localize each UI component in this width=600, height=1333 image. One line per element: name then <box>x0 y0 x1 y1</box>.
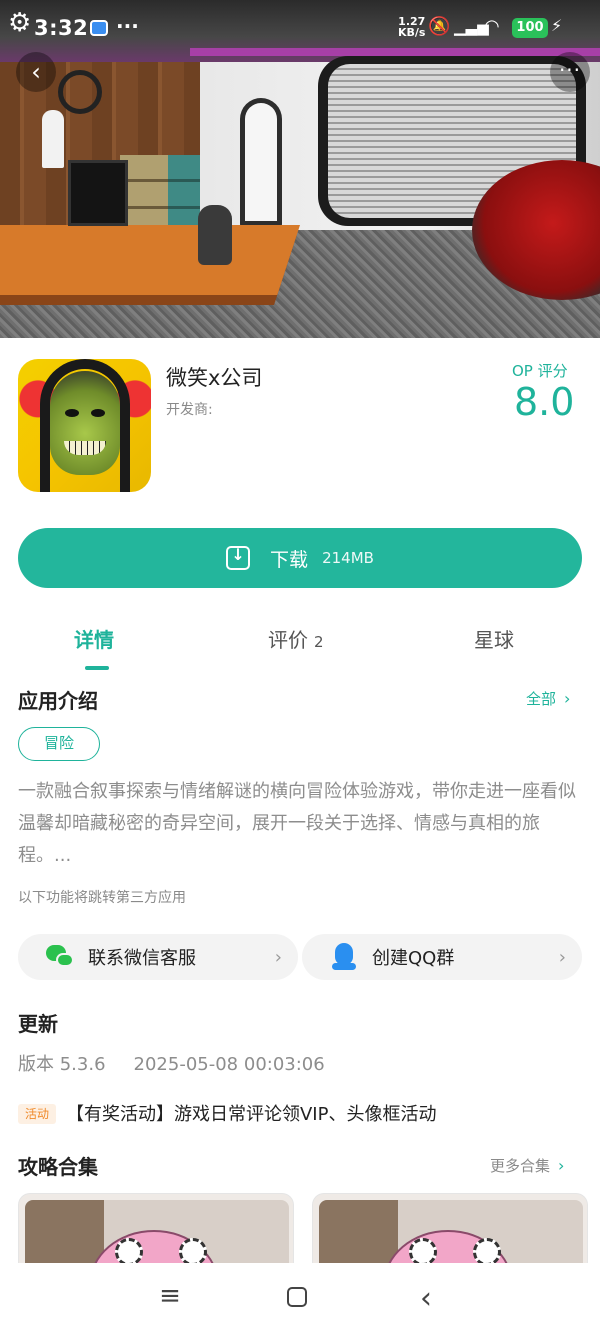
tab-label: 详情 <box>74 628 114 652</box>
update-date: 2025-05-08 00:03:06 <box>133 1054 325 1075</box>
tab-label: 评价 <box>268 628 308 652</box>
app-description[interactable]: 一款融合叙事探索与情绪解谜的横向冒险体验游戏，带你走进一座看似温馨却暗藏秘密的奇… <box>18 776 586 872</box>
tab-indicator <box>85 666 109 670</box>
spiral-eye <box>115 1238 143 1266</box>
third-party-note: 以下功能将跳转第三方应用 <box>18 890 186 906</box>
status-bar: ⚙ 3:32 ··· 1.27 KB/s 🔕 ▁▃▅ ◠ 100 ⚡ <box>0 10 600 48</box>
wifi-icon: ◠ <box>484 16 500 37</box>
tab-reviews[interactable]: 评价 2 <box>268 624 324 653</box>
version-number: 版本 5.3.6 <box>18 1054 106 1075</box>
wechat-support-button[interactable]: 联系微信客服 › <box>18 934 298 980</box>
more-button[interactable]: ··· <box>550 52 590 92</box>
game-screenshot-banner[interactable]: ⚙ 3:32 ··· 1.27 KB/s 🔕 ▁▃▅ ◠ 100 ⚡ ‹ ··· <box>0 0 600 338</box>
charging-icon: ⚡ <box>551 16 563 35</box>
status-time: 3:32 <box>34 16 89 40</box>
network-speed-unit: KB/s <box>398 26 426 39</box>
intro-title: 应用介绍 <box>18 689 98 713</box>
creature-figure <box>198 205 232 265</box>
create-qq-group-button[interactable]: 创建QQ群 › <box>302 934 582 980</box>
neon-light <box>190 48 600 56</box>
version-info: 版本 5.3.6 2025-05-08 00:03:06 <box>18 1050 325 1076</box>
tab-label: 星球 <box>474 628 514 652</box>
network-speed: 1.27 KB/s <box>398 16 425 38</box>
mute-icon: 🔕 <box>428 16 451 37</box>
statue-figure <box>42 110 64 168</box>
battery-icon: 100 <box>512 18 548 38</box>
spiral-eye <box>409 1238 437 1266</box>
spiral-eye <box>179 1238 207 1266</box>
wall-clock <box>58 70 102 114</box>
system-nav-bar: ≡ ‹ <box>0 1263 600 1333</box>
create-qq-group-label: 创建QQ群 <box>372 948 455 969</box>
wechat-icon <box>46 943 74 971</box>
app-name: 微笑x公司 <box>166 366 263 390</box>
door <box>240 98 282 226</box>
back-button[interactable]: ‹ <box>16 52 56 92</box>
chevron-right-icon: › <box>564 689 571 708</box>
office-desk <box>0 225 301 295</box>
download-label: 下载 <box>270 548 309 571</box>
computer-monitor <box>68 160 128 226</box>
guide-card[interactable] <box>18 1193 294 1273</box>
guides-more-link[interactable]: 更多合集 › <box>490 1155 564 1176</box>
review-count: 2 <box>314 633 324 651</box>
score-value: 8.0 <box>514 380 575 424</box>
event-link[interactable]: 【有奖活动】游戏日常评论领VIP、头像框活动 <box>66 1100 436 1126</box>
home-square-icon <box>287 1287 307 1307</box>
mask-eye <box>65 409 79 417</box>
chevron-right-icon: › <box>274 946 282 968</box>
developer-label: 开发商: <box>166 402 213 418</box>
tab-details[interactable]: 详情 <box>74 624 114 653</box>
app-icon <box>18 359 151 492</box>
wechat-support-label: 联系微信客服 <box>88 948 196 969</box>
chevron-right-icon: › <box>558 1156 565 1175</box>
event-badge: 活动 <box>18 1104 56 1124</box>
spiral-eye <box>473 1238 501 1266</box>
genre-tag[interactable]: 冒险 <box>18 727 100 761</box>
mask-eye <box>91 409 105 417</box>
teal-cabinets <box>168 155 200 235</box>
more-notifications-icon: ··· <box>116 14 139 38</box>
download-icon <box>226 545 251 570</box>
notification-icon <box>90 20 108 36</box>
home-nav-button[interactable] <box>277 1281 317 1314</box>
menu-nav-button[interactable]: ≡ <box>150 1281 190 1311</box>
download-size: 214MB <box>322 549 374 567</box>
tab-planet[interactable]: 星球 <box>474 624 514 653</box>
chevron-right-icon: › <box>558 946 566 968</box>
intro-all-label: 全部 <box>526 690 557 708</box>
score-label: OP 评分 <box>512 362 568 380</box>
settings-gear-icon[interactable]: ⚙ <box>8 10 31 36</box>
guides-title: 攻略合集 <box>18 1155 98 1179</box>
download-button[interactable]: 下载 214MB <box>18 528 582 588</box>
guide-card[interactable] <box>312 1193 588 1273</box>
mask-face <box>50 371 120 475</box>
back-nav-button[interactable]: ‹ <box>406 1281 446 1316</box>
intro-all-link[interactable]: 全部 › <box>526 688 570 709</box>
qq-icon <box>330 943 358 971</box>
guides-more-label: 更多合集 <box>490 1157 551 1175</box>
update-title: 更新 <box>18 1012 58 1036</box>
